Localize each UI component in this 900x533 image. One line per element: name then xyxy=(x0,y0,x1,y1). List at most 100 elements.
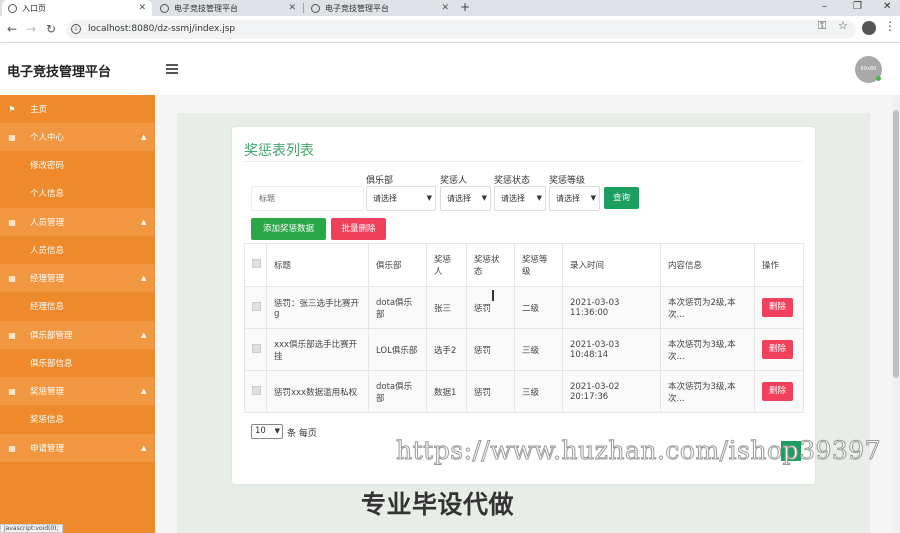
sidebar-group-personal[interactable]: ▦ 个人中心 ▲ xyxy=(0,123,155,151)
cell-time: 2021-03-02 20:17:36 xyxy=(562,370,661,413)
cell-club: dota俱乐部 xyxy=(368,370,427,413)
new-tab-button[interactable]: + xyxy=(460,0,470,15)
key-icon[interactable]: ⚿ xyxy=(818,19,826,33)
restore-icon[interactable]: ❐ xyxy=(853,0,862,14)
sidebar-group-staff[interactable]: ▦ 人员管理 ▲ xyxy=(0,208,155,236)
cell-level: 二级 xyxy=(514,286,563,329)
profile-icon[interactable] xyxy=(862,21,876,35)
forward-arrow-icon[interactable]: → xyxy=(26,22,36,36)
row-checkbox[interactable] xyxy=(252,385,261,395)
url-text: localhost:8080/dz-ssmj/index.jsp xyxy=(88,24,236,34)
back-arrow-icon[interactable]: ← xyxy=(7,22,17,36)
cell-content: 本次惩罚为2级,本次... xyxy=(660,286,755,329)
select-value: 请选择 xyxy=(501,194,525,203)
column-header[interactable]: 内容信息 xyxy=(660,243,755,287)
sidebar-item-home[interactable]: ⚑ 主页 xyxy=(0,95,155,123)
table-row[interactable]: 惩罚：张三选手比赛开g dota俱乐部 张三 惩罚 二级 2021-03-03 … xyxy=(244,286,804,329)
search-button[interactable]: 查询 xyxy=(604,187,639,209)
scrollbar-thumb[interactable] xyxy=(893,110,899,378)
window-close-icon[interactable]: ✕ xyxy=(883,0,891,14)
row-checkbox[interactable] xyxy=(252,301,261,311)
chevron-down-icon: ▼ xyxy=(536,194,542,202)
column-header[interactable]: 奖惩状态 xyxy=(466,243,515,287)
cell-status: 惩罚 xyxy=(466,328,515,371)
info-icon[interactable]: i xyxy=(71,24,81,34)
row-checkbox[interactable] xyxy=(252,343,261,353)
close-icon[interactable]: ✕ xyxy=(138,3,146,13)
level-select[interactable]: 请选择 ▼ xyxy=(549,186,600,211)
delete-button[interactable]: 删除 xyxy=(762,298,793,317)
cell-status: 惩罚 xyxy=(466,286,515,329)
globe-icon xyxy=(160,3,169,13)
delete-button[interactable]: 删除 xyxy=(762,382,793,401)
globe-icon xyxy=(311,3,320,13)
close-icon[interactable]: ✕ xyxy=(288,3,296,13)
caret-up-icon: ▲ xyxy=(141,218,147,226)
star-icon[interactable]: ☆ xyxy=(838,19,848,32)
caret-up-icon: ▲ xyxy=(141,133,147,141)
sidebar-item-change-password[interactable]: 修改密码 xyxy=(0,151,155,179)
sidebar-item-personal-info[interactable]: 个人信息 xyxy=(0,179,155,207)
divider xyxy=(244,161,803,162)
select-value: 10 xyxy=(255,426,266,436)
app-title: 电子竞技管理平台 xyxy=(7,65,112,80)
grid-icon: ▦ xyxy=(8,386,16,396)
column-header[interactable]: 标题 xyxy=(266,243,369,287)
browser-tab-platform-1[interactable]: 电子竞技管理平台 ✕ xyxy=(154,0,302,16)
online-status-dot xyxy=(876,76,881,81)
sidebar-item-label: 主页 xyxy=(30,105,48,115)
sidebar-item-label: 修改密码 xyxy=(30,161,65,171)
browser-tab-bar: 入口页 ✕ 电子竞技管理平台 ✕ 电子竞技管理平台 ✕ + – ❐ ✕ xyxy=(0,0,900,16)
cell-level: 三级 xyxy=(514,328,563,371)
select-all-cell xyxy=(244,243,267,287)
browser-tab-entry[interactable]: 入口页 ✕ xyxy=(2,0,152,16)
grid-icon: ▦ xyxy=(8,443,16,453)
select-all-checkbox[interactable] xyxy=(252,259,261,268)
delete-button[interactable]: 删除 xyxy=(762,340,793,359)
close-icon[interactable]: ✕ xyxy=(441,3,449,13)
watermark-url: https://www.huzhan.com/ishop39397 xyxy=(395,436,882,466)
batch-delete-button[interactable]: 批量删除 xyxy=(331,218,386,240)
globe-icon xyxy=(8,3,17,13)
sidebar-item-label: 经理信息 xyxy=(30,302,65,312)
sidebar-group-application[interactable]: ▦ 申请管理 ▲ xyxy=(0,434,155,462)
chevron-down-icon: ▼ xyxy=(274,427,280,435)
caret-up-icon: ▲ xyxy=(141,444,147,452)
table-row[interactable]: 惩罚xxx数据滥用私权 dota俱乐部 数据1 惩罚 三级 2021-03-02… xyxy=(244,370,804,413)
page-size-select[interactable]: 10 ▼ xyxy=(251,424,283,439)
sidebar-group-label: 人员管理 xyxy=(30,218,65,228)
hamburger-menu-icon[interactable] xyxy=(166,64,178,76)
minimize-icon[interactable]: – xyxy=(822,0,827,14)
sidebar-item-manager-info[interactable]: 经理信息 xyxy=(0,292,155,320)
browser-tab-platform-2[interactable]: 电子竞技管理平台 ✕ xyxy=(305,0,455,16)
sidebar: ⚑ 主页 ▦ 个人中心 ▲ 修改密码 个人信息 ▦ 人员管理 ▲ 人员信息 ▦ … xyxy=(0,95,155,533)
grid-icon: ▦ xyxy=(8,273,16,283)
sidebar-group-reward[interactable]: ▦ 奖惩管理 ▲ xyxy=(0,377,155,405)
tab-title: 电子竞技管理平台 xyxy=(325,3,389,13)
person-select[interactable]: 请选择 ▼ xyxy=(440,186,491,211)
person-filter-label: 奖惩人 xyxy=(440,176,468,186)
sidebar-item-club-info[interactable]: 俱乐部信息 xyxy=(0,349,155,377)
sidebar-item-staff-info[interactable]: 人员信息 xyxy=(0,236,155,264)
status-select[interactable]: 请选择 ▼ xyxy=(494,186,546,211)
column-header[interactable]: 奖惩人 xyxy=(426,243,467,287)
table-row[interactable]: xxx俱乐部选手比赛开挂 LOL俱乐部 选手2 惩罚 三级 2021-03-03… xyxy=(244,328,804,371)
sidebar-group-label: 奖惩管理 xyxy=(30,387,65,397)
table-header-row: 标题 俱乐部 奖惩人 奖惩状态 奖惩等级 录入时间 内容信息 操作 xyxy=(244,243,804,287)
title-search-input[interactable]: 标题 xyxy=(251,186,364,211)
menu-icon[interactable]: ⋮ xyxy=(884,19,896,33)
club-select[interactable]: 请选择 ▼ xyxy=(366,186,436,211)
cell-status: 惩罚 xyxy=(466,370,515,413)
column-header[interactable]: 奖惩等级 xyxy=(514,243,563,287)
add-record-button[interactable]: 添加奖惩数据 xyxy=(251,218,326,240)
url-field[interactable]: i localhost:8080/dz-ssmj/index.jsp xyxy=(66,20,856,39)
tab-title: 电子竞技管理平台 xyxy=(174,3,238,13)
sidebar-item-reward-info[interactable]: 奖惩信息 xyxy=(0,405,155,433)
reload-icon[interactable]: ↻ xyxy=(46,22,56,36)
sidebar-group-label: 经理管理 xyxy=(30,274,65,284)
sidebar-group-manager[interactable]: ▦ 经理管理 ▲ xyxy=(0,264,155,292)
cell-time: 2021-03-03 11:36:00 xyxy=(562,286,661,329)
column-header[interactable]: 录入时间 xyxy=(562,243,661,287)
column-header[interactable]: 俱乐部 xyxy=(368,243,427,287)
sidebar-group-club[interactable]: ▦ 俱乐部管理 ▲ xyxy=(0,321,155,349)
